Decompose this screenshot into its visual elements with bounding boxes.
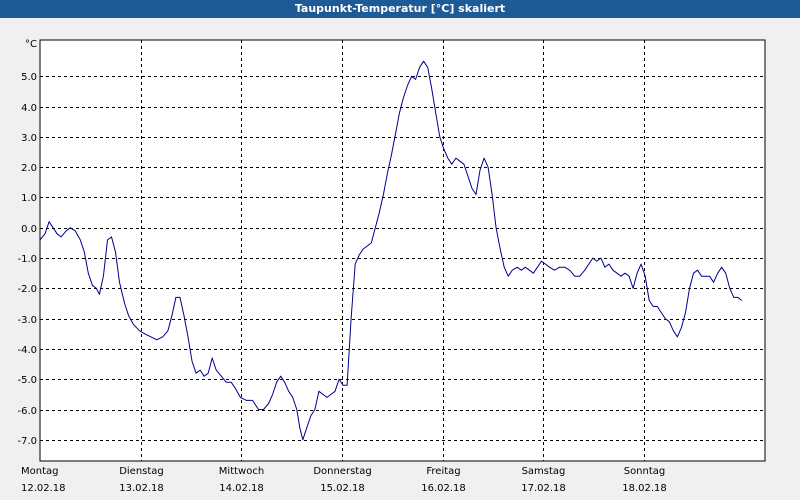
y-tick-label: 2.0 — [21, 163, 37, 174]
x-tick-date-label: 16.02.18 — [421, 483, 466, 494]
y-tick-label: -7.0 — [17, 436, 37, 447]
x-tick-date-label: 18.02.18 — [622, 483, 667, 494]
y-tick-label: -2.0 — [17, 284, 37, 295]
x-tick-day-label: Sonntag — [624, 466, 666, 477]
x-tick-date-label: 13.02.18 — [119, 483, 164, 494]
x-tick-day-label: Donnerstag — [313, 466, 371, 477]
y-unit-label: °C — [25, 39, 37, 50]
y-tick-label: 3.0 — [21, 133, 37, 144]
y-tick-label: 4.0 — [21, 103, 37, 114]
y-tick-label: -5.0 — [17, 375, 37, 386]
y-tick-label: -1.0 — [17, 254, 37, 265]
x-tick-day-label: Freitag — [426, 466, 460, 477]
x-tick-day-label: Montag — [21, 466, 58, 477]
chart-area: 5.0 4.0 3.0 2.0 1.0 0.0 -1.0 -2.0 -3.0 -4.0 -5.0 -6… — [17, 39, 766, 494]
x-tick-day-label: Mittwoch — [219, 466, 264, 477]
y-tick-label: 0.0 — [21, 224, 37, 235]
x-tick-date-label: 17.02.18 — [521, 483, 566, 494]
y-tick-label: 5.0 — [21, 72, 37, 83]
y-tick-label: -3.0 — [17, 315, 37, 326]
y-tick-label: -4.0 — [17, 345, 37, 356]
x-tick-date-label: 12.02.18 — [21, 483, 66, 494]
chart-title: Taupunkt-Temperatur [°C] skaliert — [0, 0, 800, 18]
x-tick-day-label: Dienstag — [119, 466, 164, 477]
x-tick-date-label: 14.02.18 — [219, 483, 264, 494]
x-tick-date-label: 15.02.18 — [320, 483, 365, 494]
y-tick-label: 1.0 — [21, 193, 37, 204]
y-tick-label: -6.0 — [17, 406, 37, 417]
x-tick-day-label: Samstag — [522, 466, 566, 477]
